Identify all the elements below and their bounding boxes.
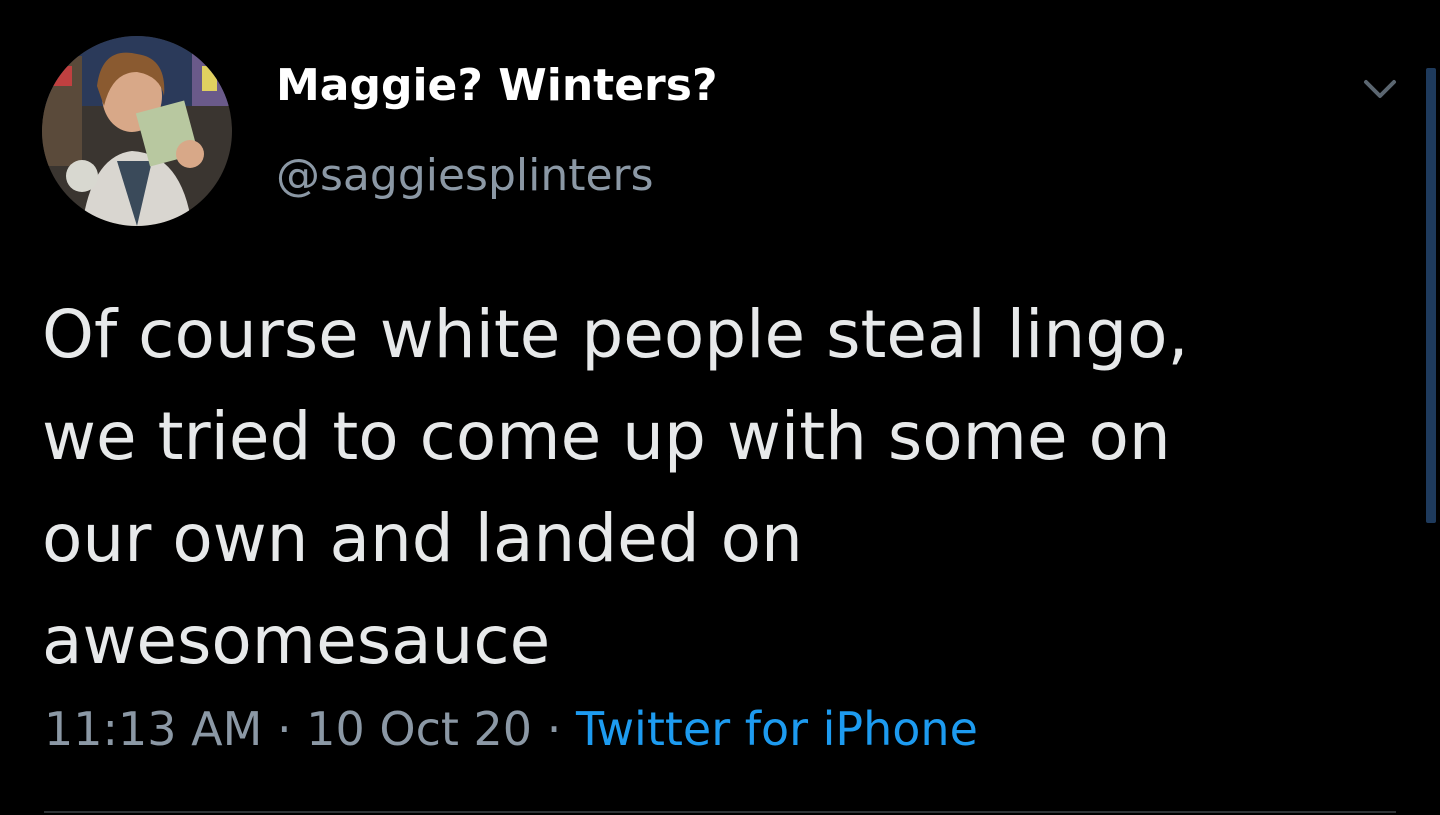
- tweet-date[interactable]: 10 Oct 20: [306, 702, 532, 756]
- author-display-name[interactable]: Maggie? Winters?: [276, 60, 717, 111]
- tweet-text: Of course white people steal lingo, we t…: [42, 296, 1189, 679]
- divider: [44, 811, 1396, 813]
- avatar-image: [42, 36, 232, 226]
- scrollbar[interactable]: [1426, 68, 1436, 523]
- meta-separator: ·: [546, 702, 562, 756]
- author-handle[interactable]: @saggiesplinters: [276, 150, 654, 201]
- chevron-down-icon[interactable]: [1360, 72, 1400, 108]
- tweet-meta: 11:13 AM · 10 Oct 20 · Twitter for iPhon…: [44, 702, 978, 756]
- tweet-source-link[interactable]: Twitter for iPhone: [576, 702, 978, 756]
- avatar[interactable]: [42, 36, 232, 226]
- tweet-time[interactable]: 11:13 AM: [44, 702, 262, 756]
- tweet-detail: Maggie? Winters? @saggiesplinters Of cou…: [0, 0, 1440, 815]
- meta-separator: ·: [276, 702, 292, 756]
